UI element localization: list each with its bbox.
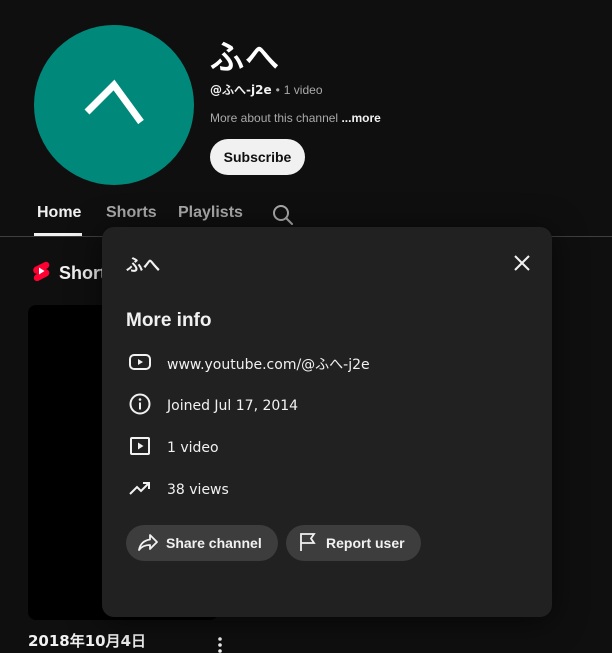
channel-handle: @ふへ-j2e — [210, 83, 272, 97]
channel-url[interactable]: www.youtube.com/@ふへ-j2e — [167, 354, 370, 374]
about-text: More about this channel — [210, 111, 339, 125]
channel-name: ふへ — [210, 38, 280, 78]
view-count: 38 views — [167, 482, 229, 498]
info-icon — [128, 392, 152, 421]
info-row-url: www.youtube.com/@ふへ-j2e — [128, 352, 370, 376]
active-tab-indicator — [34, 233, 82, 236]
share-channel-label: Share channel — [166, 535, 262, 551]
video-count: 1 video — [283, 83, 323, 97]
tab-shorts[interactable]: Shorts — [106, 204, 157, 222]
short-title[interactable]: 2018年10月4日 — [28, 630, 146, 651]
more-link[interactable]: ...more — [341, 111, 380, 125]
channel-info-dialog: ふへ More info www.youtube.com/@ふへ-j2e Joi… — [102, 227, 552, 617]
channel-avatar[interactable] — [34, 25, 194, 185]
report-user-label: Report user — [326, 535, 405, 551]
report-user-button[interactable]: Report user — [286, 525, 421, 561]
channel-page: ふへ @ふへ-j2e • 1 video More about this chann… — [0, 0, 612, 653]
trending-icon — [128, 476, 152, 505]
info-row-joined: Joined Jul 17, 2014 — [128, 392, 299, 421]
info-row-views: 38 views — [128, 478, 229, 502]
more-vert-icon[interactable] — [212, 636, 228, 653]
youtube-link-icon — [128, 350, 152, 379]
channel-meta: @ふへ-j2e • 1 video — [210, 81, 323, 98]
share-icon — [136, 530, 166, 557]
video-total: 1 video — [167, 440, 219, 456]
dialog-title: ふへ — [126, 256, 160, 276]
more-info-heading: More info — [126, 310, 212, 331]
tab-home[interactable]: Home — [37, 204, 81, 222]
meta-separator: • — [275, 83, 280, 97]
joined-date: Joined Jul 17, 2014 — [167, 398, 299, 414]
share-channel-button[interactable]: Share channel — [126, 525, 278, 561]
video-icon — [128, 434, 152, 463]
flag-icon — [296, 530, 326, 557]
channel-about[interactable]: More about this channel ...more — [210, 111, 381, 125]
close-icon[interactable] — [510, 251, 534, 280]
info-row-videos: 1 video — [128, 436, 219, 460]
tab-playlists[interactable]: Playlists — [178, 204, 243, 222]
shorts-logo-icon — [32, 261, 50, 286]
avatar-caret-icon — [84, 79, 144, 125]
subscribe-button[interactable]: Subscribe — [210, 139, 305, 175]
